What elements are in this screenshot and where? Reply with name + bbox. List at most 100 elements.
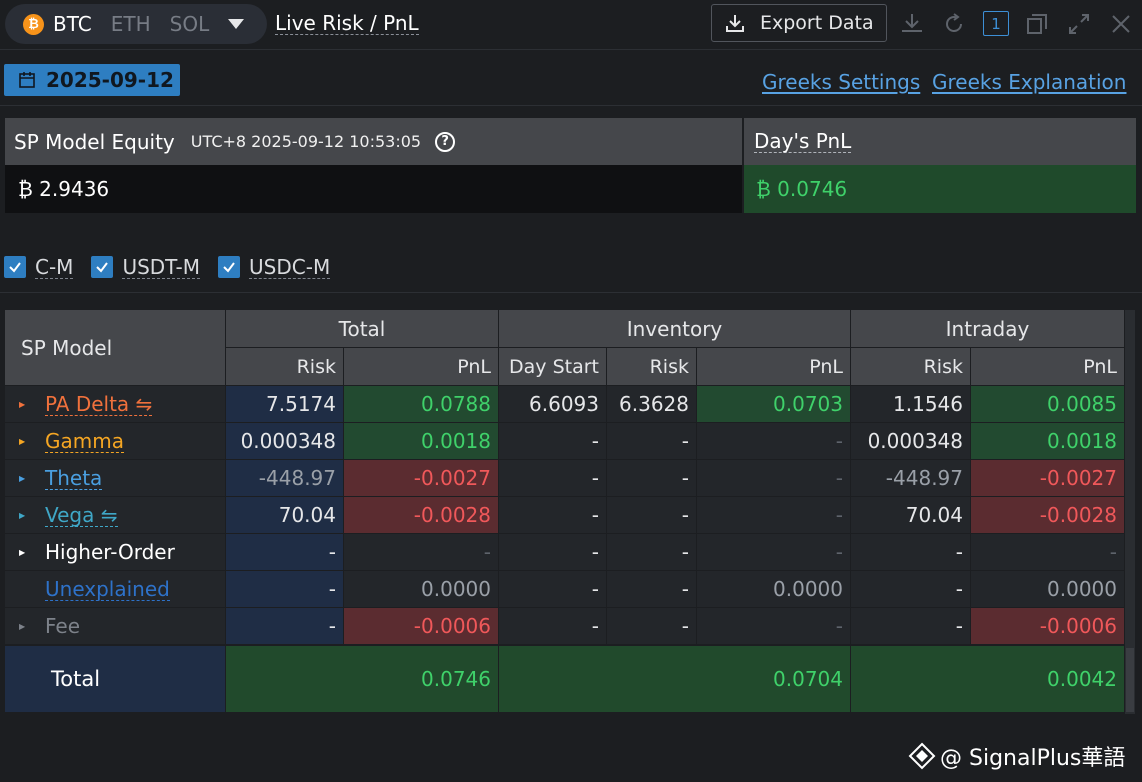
table-cell: 1.1546 bbox=[851, 386, 970, 422]
column-header[interactable]: PnL bbox=[971, 348, 1124, 385]
table-cell: - bbox=[697, 534, 850, 570]
row-label[interactable]: Unexplained bbox=[5, 571, 225, 607]
table-cell: - bbox=[499, 534, 606, 570]
table-cell: - bbox=[697, 497, 850, 533]
row-label[interactable]: ▶ Fee bbox=[5, 608, 225, 644]
day-pnl-header: Day's PnL bbox=[744, 118, 1136, 165]
table-cell: -448.97 bbox=[851, 460, 970, 496]
expand-arrow-icon[interactable]: ▶ bbox=[19, 400, 29, 409]
refresh-icon[interactable] bbox=[941, 11, 967, 37]
column-group-header: Intraday bbox=[851, 310, 1124, 347]
greek-label: Gamma bbox=[45, 428, 124, 453]
table-cell: 0.0085 bbox=[971, 386, 1124, 422]
coin-tab-btc[interactable]: BTC bbox=[53, 12, 92, 36]
date-picker-button[interactable]: 2025-09-12 bbox=[4, 64, 180, 96]
column-header[interactable]: Risk bbox=[851, 348, 970, 385]
table-cell: -0.0027 bbox=[344, 460, 498, 496]
column-header[interactable]: Risk bbox=[607, 348, 696, 385]
download-icon[interactable] bbox=[899, 11, 925, 37]
row-label[interactable]: ▶ PA Delta ⇋ bbox=[5, 386, 225, 422]
table-cell: - bbox=[697, 423, 850, 459]
window-number-badge[interactable]: 1 bbox=[983, 11, 1009, 36]
row-label[interactable]: ▶ Higher-Order bbox=[5, 534, 225, 570]
total-pnl-cell: 0.0042 bbox=[851, 646, 1124, 712]
table-cell: 70.04 bbox=[226, 497, 343, 533]
table-cell: 0.0018 bbox=[344, 423, 498, 459]
column-header[interactable]: Risk bbox=[226, 348, 343, 385]
table-cell: 0.0000 bbox=[344, 571, 498, 607]
checkmark-icon bbox=[4, 256, 26, 278]
table-cell: - bbox=[226, 534, 343, 570]
checkmark-icon bbox=[91, 256, 114, 278]
table-cell: 7.5174 bbox=[226, 386, 343, 422]
total-pnl-cell: 0.0704 bbox=[499, 646, 850, 712]
table-cell: 0.0703 bbox=[697, 386, 850, 422]
coin-tab-eth[interactable]: ETH bbox=[111, 12, 151, 36]
export-data-button[interactable]: Export Data bbox=[711, 4, 887, 42]
table-cell: - bbox=[697, 608, 850, 644]
greek-label: Vega ⇋ bbox=[45, 502, 118, 527]
table-cell: -0.0006 bbox=[971, 608, 1124, 644]
scrollbar-thumb[interactable] bbox=[1126, 648, 1134, 712]
column-group-header: Inventory bbox=[499, 310, 850, 347]
row-label[interactable]: ▶ Gamma bbox=[5, 423, 225, 459]
table-cell: -0.0027 bbox=[971, 460, 1124, 496]
duplicate-window-icon[interactable] bbox=[1024, 11, 1050, 37]
expand-arrow-icon[interactable]: ▶ bbox=[19, 622, 29, 631]
greek-label: Theta bbox=[45, 465, 103, 490]
column-header[interactable]: Day Start bbox=[499, 348, 606, 385]
filter-usdcm-checkbox[interactable]: USDC-M bbox=[218, 256, 331, 279]
top-bar: ₿ BTC ETH SOL Live Risk / PnL Export Dat… bbox=[0, 0, 1142, 50]
filter-label: C-M bbox=[35, 254, 74, 279]
table-cell: - bbox=[499, 423, 606, 459]
table-cell: - bbox=[607, 534, 696, 570]
row-label[interactable]: ▶ Vega ⇋ bbox=[5, 497, 225, 533]
table-cell: 6.3628 bbox=[607, 386, 696, 422]
table-cell: 70.04 bbox=[851, 497, 970, 533]
export-data-label: Export Data bbox=[760, 12, 874, 34]
table-cell: -0.0028 bbox=[344, 497, 498, 533]
download-icon bbox=[726, 15, 744, 32]
table-cell: - bbox=[851, 608, 970, 644]
contract-filters: C-M USDT-M USDC-M bbox=[4, 253, 348, 281]
equity-title: SP Model Equity bbox=[14, 129, 175, 154]
column-header[interactable]: PnL bbox=[697, 348, 850, 385]
day-pnl-value: ₿ 0.0746 bbox=[744, 165, 1136, 213]
expand-arrow-icon[interactable]: ▶ bbox=[19, 437, 29, 446]
coin-tab-sol[interactable]: SOL bbox=[170, 12, 210, 36]
greeks-explanation-link[interactable]: Greeks Explanation bbox=[932, 70, 1126, 94]
greeks-settings-link[interactable]: Greeks Settings bbox=[762, 70, 920, 94]
table-cell: - bbox=[344, 534, 498, 570]
table-cell: - bbox=[697, 460, 850, 496]
checkmark-icon bbox=[218, 256, 241, 278]
table-cell: - bbox=[851, 534, 970, 570]
chevron-down-icon[interactable] bbox=[228, 19, 245, 29]
expand-arrow-icon[interactable]: ▶ bbox=[19, 474, 29, 483]
coin-selector[interactable]: ₿ BTC ETH SOL bbox=[5, 4, 267, 44]
table-cell: -0.0028 bbox=[971, 497, 1124, 533]
table-cell: - bbox=[607, 608, 696, 644]
table-corner-label: SP Model bbox=[5, 310, 225, 385]
table-cell: - bbox=[607, 571, 696, 607]
table-cell: 0.0000 bbox=[697, 571, 850, 607]
column-header[interactable]: PnL bbox=[344, 348, 498, 385]
table-cell: - bbox=[971, 534, 1124, 570]
table-cell: - bbox=[499, 608, 606, 644]
page-title: Live Risk / PnL bbox=[275, 11, 419, 35]
column-group-header: Total bbox=[226, 310, 498, 347]
expand-arrow-icon[interactable]: ▶ bbox=[19, 511, 29, 520]
equity-timestamp: UTC+8 2025-09-12 10:53:05 bbox=[190, 132, 422, 151]
expand-icon[interactable] bbox=[1066, 11, 1092, 37]
divider bbox=[0, 292, 1142, 293]
help-icon[interactable]: ? bbox=[435, 131, 456, 152]
table-cell: -448.97 bbox=[226, 460, 343, 496]
filter-usdtm-checkbox[interactable]: USDT-M bbox=[91, 256, 201, 279]
table-cell: - bbox=[607, 497, 696, 533]
table-cell: 0.0000 bbox=[971, 571, 1124, 607]
expand-arrow-icon[interactable]: ▶ bbox=[19, 548, 29, 557]
filter-cm-checkbox[interactable]: C-M bbox=[4, 254, 74, 279]
table-cell: 0.0018 bbox=[971, 423, 1124, 459]
close-icon[interactable] bbox=[1108, 11, 1134, 37]
table-cell: - bbox=[226, 608, 343, 644]
row-label[interactable]: ▶ Theta bbox=[5, 460, 225, 496]
